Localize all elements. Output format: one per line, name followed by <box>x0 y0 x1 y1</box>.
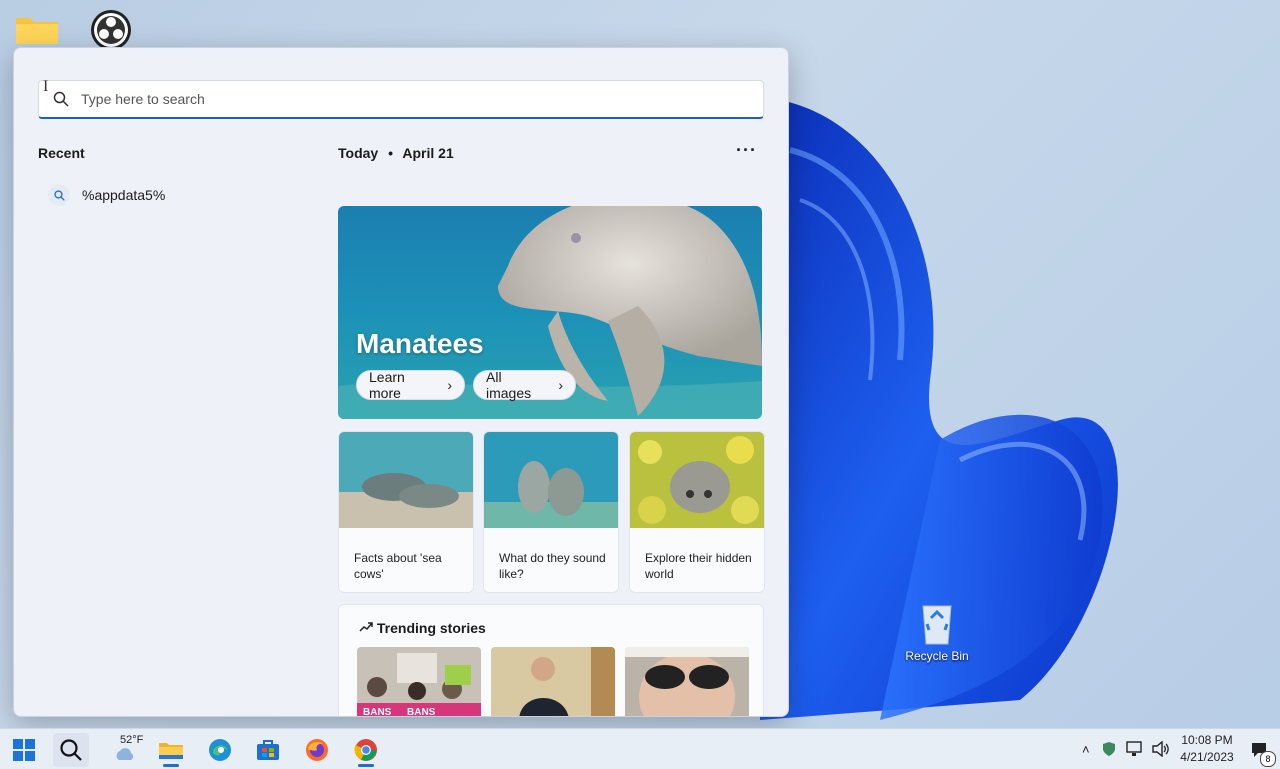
running-indicator <box>163 764 179 767</box>
file-explorer-taskbar-button[interactable] <box>153 733 189 767</box>
all-images-button[interactable]: All images › <box>473 369 576 401</box>
recent-title: Recent <box>38 145 85 161</box>
learn-more-button[interactable]: Learn more › <box>356 369 465 401</box>
card-explore-image <box>630 432 764 528</box>
windows-logo-icon <box>13 739 35 761</box>
search-taskbar-button[interactable] <box>53 733 89 767</box>
taskbar: 52°F ˄ 10:08 PM 4/21/2023 8 <box>0 728 1280 769</box>
chrome-taskbar-button[interactable] <box>348 733 384 767</box>
search-icon <box>60 739 82 761</box>
trending-title: Trending stories <box>359 620 486 636</box>
card-sound[interactable]: What do they sound like? <box>483 431 619 593</box>
card-explore-caption: Explore their hidden world <box>645 551 752 581</box>
recent-item[interactable]: %appdata5% <box>48 184 165 206</box>
running-indicator <box>358 764 374 767</box>
trending-thumb-3[interactable] <box>625 647 749 716</box>
recycle-bin-graphic <box>922 605 952 645</box>
wallpaper-bloom <box>760 100 1118 720</box>
protest-sign-text-2: BANS <box>407 707 436 717</box>
card-facts[interactable]: Facts about 'sea cows' <box>338 431 474 593</box>
system-tray: ˄ <box>1082 729 1170 769</box>
notification-count-badge: 8 <box>1260 751 1276 767</box>
cloud-icon <box>116 748 134 760</box>
trending-thumb-1[interactable]: BANS BANS <box>357 647 481 717</box>
edge-taskbar-button[interactable] <box>202 733 238 767</box>
today-header: Today • April 21 <box>338 145 454 161</box>
today-date: April 21 <box>402 145 454 161</box>
recent-item-label: %appdata5% <box>82 187 166 203</box>
search-panel: Recent %appdata5% Today • April 21 ··· <box>13 47 789 717</box>
today-label: Today <box>338 145 379 161</box>
chevron-right-icon: › <box>558 377 563 393</box>
edge-icon <box>209 739 231 761</box>
clock-time: 10:08 PM <box>1181 733 1233 747</box>
network-icon[interactable] <box>1125 741 1144 757</box>
trending-thumb-1-image: BANS BANS <box>357 647 481 717</box>
weather-temp: 52°F <box>120 734 144 746</box>
trending-stories-section: Trending stories BANS BANS <box>338 604 764 717</box>
trending-arrow-icon <box>359 622 373 632</box>
more-options-button[interactable]: ··· <box>736 140 757 161</box>
start-button[interactable] <box>6 733 42 767</box>
search-icon <box>53 91 69 107</box>
trending-thumb-2-image <box>491 647 615 716</box>
folder-icon <box>159 743 183 759</box>
protest-sign-text-1: BANS <box>363 707 392 717</box>
store-taskbar-button[interactable] <box>250 733 286 767</box>
trending-thumb-3-image <box>625 647 749 716</box>
speaker-icon[interactable] <box>1151 741 1170 757</box>
taskbar-clock[interactable]: 10:08 PM 4/21/2023 <box>1170 732 1244 766</box>
shield-icon[interactable] <box>1102 741 1116 757</box>
all-images-label: All images <box>486 369 532 401</box>
chevron-up-icon[interactable]: ˄ <box>1082 742 1090 757</box>
learn-more-label: Learn more <box>369 369 405 401</box>
text-cursor-icon: I <box>43 78 49 95</box>
recycle-bin-label: Recycle Bin <box>905 649 969 663</box>
card-sound-image <box>484 432 618 528</box>
store-icon <box>257 740 279 760</box>
weather-widget[interactable]: 52°F <box>102 733 148 767</box>
search-box[interactable] <box>38 80 764 119</box>
search-history-icon <box>48 184 70 206</box>
chevron-right-icon: › <box>447 377 452 393</box>
card-facts-caption: Facts about 'sea cows' <box>354 551 442 581</box>
manatee-hero-card[interactable]: Manatees Learn more › All images › <box>338 206 762 419</box>
search-input[interactable] <box>79 90 723 108</box>
firefox-icon <box>306 739 328 761</box>
clock-date: 4/21/2023 <box>1180 750 1234 764</box>
firefox-taskbar-button[interactable] <box>299 733 335 767</box>
card-sound-caption: What do they sound like? <box>499 551 606 581</box>
desktop-folder-icon[interactable] <box>14 12 60 49</box>
notifications-button[interactable]: 8 <box>1244 733 1276 767</box>
chrome-icon <box>354 739 377 761</box>
card-facts-image <box>339 432 473 528</box>
today-separator: • <box>388 145 393 161</box>
hero-title: Manatees <box>356 328 484 359</box>
card-explore[interactable]: Explore their hidden world <box>629 431 765 593</box>
recycle-bin-icon[interactable]: Recycle Bin <box>898 602 976 663</box>
trending-title-label: Trending stories <box>376 620 486 636</box>
trending-thumb-2[interactable] <box>491 647 615 716</box>
